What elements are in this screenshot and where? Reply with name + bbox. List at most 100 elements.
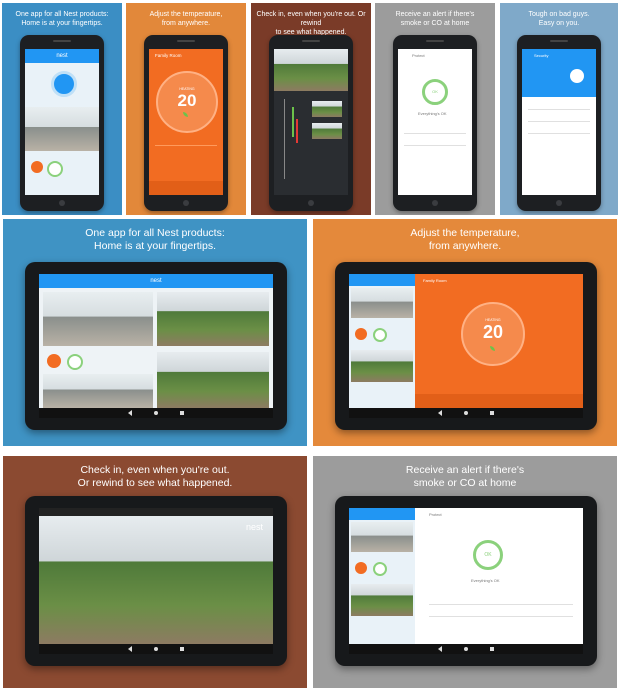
security-row[interactable] bbox=[528, 109, 590, 110]
device-row[interactable] bbox=[429, 616, 573, 617]
camera-card-2[interactable] bbox=[157, 292, 269, 346]
protect-mini[interactable] bbox=[67, 354, 83, 370]
device-row[interactable] bbox=[404, 133, 466, 134]
tablet-device: Family Room HEATING 20 bbox=[335, 262, 597, 430]
phone-tile-camera: Check in, even when you're out. Or rewin… bbox=[251, 3, 371, 215]
back-icon[interactable] bbox=[128, 646, 132, 652]
security-title: Security bbox=[534, 53, 549, 58]
recents-icon[interactable] bbox=[490, 411, 494, 415]
system-navbar bbox=[39, 408, 273, 418]
back-icon[interactable] bbox=[128, 410, 132, 416]
camera-card[interactable] bbox=[351, 584, 413, 616]
camera-card-4[interactable] bbox=[157, 352, 269, 408]
tablet-tile-protect: Receive an alert if there's smoke or CO … bbox=[313, 456, 617, 688]
home-icon[interactable] bbox=[51, 71, 77, 97]
tile-caption: Receive an alert if there's smoke or CO … bbox=[405, 464, 525, 490]
ok-label: OK bbox=[432, 89, 438, 94]
shield-icon[interactable] bbox=[570, 69, 584, 83]
camera-card[interactable] bbox=[351, 522, 413, 552]
home-nav-icon[interactable] bbox=[154, 411, 158, 415]
security-row[interactable] bbox=[528, 121, 590, 122]
bottom-actions bbox=[149, 181, 223, 195]
security-row[interactable] bbox=[528, 133, 590, 134]
app-bar: nest bbox=[39, 274, 273, 288]
phone-device: Protect OK Everything's OK bbox=[393, 35, 477, 211]
tile-caption: Receive an alert if there's smoke or CO … bbox=[395, 11, 475, 27]
thermostat-dial[interactable]: HEATING 20 bbox=[461, 302, 525, 366]
recents-icon[interactable] bbox=[180, 647, 184, 651]
app-bar: nest bbox=[25, 49, 99, 63]
tile-caption: Adjust the temperature, from anywhere. bbox=[410, 227, 520, 253]
stat-divider bbox=[155, 145, 217, 146]
phone-device: nest bbox=[20, 35, 104, 211]
back-icon[interactable] bbox=[438, 410, 442, 416]
camera-card[interactable] bbox=[351, 288, 413, 318]
tablet-tile-camera: Check in, even when you're out. Or rewin… bbox=[3, 456, 307, 688]
thermostat-mini[interactable] bbox=[47, 354, 61, 368]
event-clip-1[interactable] bbox=[312, 101, 342, 117]
leaf-icon bbox=[183, 112, 188, 117]
phone-device: Security bbox=[517, 35, 601, 211]
tile-caption: Adjust the temperature, from anywhere. bbox=[149, 11, 223, 27]
home-nav-icon[interactable] bbox=[464, 411, 468, 415]
protect-title: Protect bbox=[429, 512, 442, 517]
phone-device: Family Room HEATING 20 bbox=[144, 35, 228, 211]
room-title: Family Room bbox=[423, 278, 447, 283]
security-header: Security bbox=[522, 49, 596, 97]
camera-card-1[interactable] bbox=[43, 292, 153, 346]
home-nav-icon[interactable] bbox=[464, 647, 468, 651]
camera-thumbnail[interactable] bbox=[25, 107, 99, 151]
system-navbar bbox=[349, 408, 583, 418]
system-navbar bbox=[349, 644, 583, 654]
phone-tile-temperature: Adjust the temperature, from anywhere. F… bbox=[126, 3, 246, 215]
protect-title: Protect bbox=[412, 53, 425, 58]
phone-screen bbox=[274, 49, 348, 195]
thermostat-mini[interactable] bbox=[355, 328, 367, 340]
nest-watermark: nest bbox=[245, 522, 263, 532]
tablet-tile-temperature: Adjust the temperature, from anywhere. F… bbox=[313, 219, 617, 446]
bottom-actions bbox=[415, 394, 583, 408]
tablet-tile-home: One app for all Nest products: Home is a… bbox=[3, 219, 307, 446]
tablet-screen: Protect OK Everything's OK bbox=[349, 508, 583, 654]
camera-live-view[interactable] bbox=[39, 516, 273, 644]
tablet-device: Protect OK Everything's OK bbox=[335, 496, 597, 666]
tablet-screen: Family Room HEATING 20 bbox=[349, 274, 583, 418]
ok-label: OK bbox=[484, 552, 492, 558]
thermostat-mini[interactable] bbox=[31, 161, 43, 173]
tablet-screen: nest bbox=[39, 508, 273, 654]
home-nav-icon[interactable] bbox=[154, 647, 158, 651]
phone-screen: Protect OK Everything's OK bbox=[398, 49, 472, 195]
protect-mini[interactable] bbox=[373, 328, 387, 342]
protect-status-ring[interactable]: OK bbox=[473, 540, 503, 570]
phone-tile-security: Tough on bad guys. Easy on you. Security bbox=[500, 3, 618, 215]
camera-live-view[interactable] bbox=[274, 49, 348, 91]
device-row[interactable] bbox=[429, 604, 573, 605]
device-sidebar bbox=[349, 274, 415, 408]
thermostat-mini[interactable] bbox=[355, 562, 367, 574]
tablet-device: nest bbox=[25, 262, 287, 430]
event-clip-2[interactable] bbox=[312, 123, 342, 139]
tile-caption: Check in, even when you're out. Or rewin… bbox=[77, 464, 233, 490]
back-icon[interactable] bbox=[438, 646, 442, 652]
protect-status-ring[interactable]: OK bbox=[422, 79, 448, 105]
phone-screen: Security bbox=[522, 49, 596, 195]
protect-mini[interactable] bbox=[373, 562, 387, 576]
leaf-icon bbox=[490, 346, 495, 351]
camera-card[interactable] bbox=[351, 350, 413, 382]
tile-caption: One app for all Nest products: Home is a… bbox=[85, 227, 225, 253]
camera-card-3[interactable] bbox=[43, 374, 153, 408]
protect-mini[interactable] bbox=[47, 161, 63, 177]
target-temp: 20 bbox=[482, 322, 504, 342]
history-timeline[interactable] bbox=[278, 99, 308, 179]
target-temp: 20 bbox=[177, 91, 197, 110]
tablet-device: nest bbox=[25, 496, 287, 666]
recents-icon[interactable] bbox=[180, 411, 184, 415]
tile-caption: Tough on bad guys. Easy on you. bbox=[528, 11, 590, 27]
status-text: Everything's OK bbox=[418, 111, 447, 116]
tile-caption: One app for all Nest products: Home is a… bbox=[15, 11, 109, 27]
thermostat-dial[interactable]: HEATING 20 bbox=[156, 71, 218, 133]
nest-logo: nest bbox=[56, 53, 68, 59]
status-text: Everything's OK bbox=[471, 578, 500, 583]
recents-icon[interactable] bbox=[490, 647, 494, 651]
device-row[interactable] bbox=[404, 145, 466, 146]
